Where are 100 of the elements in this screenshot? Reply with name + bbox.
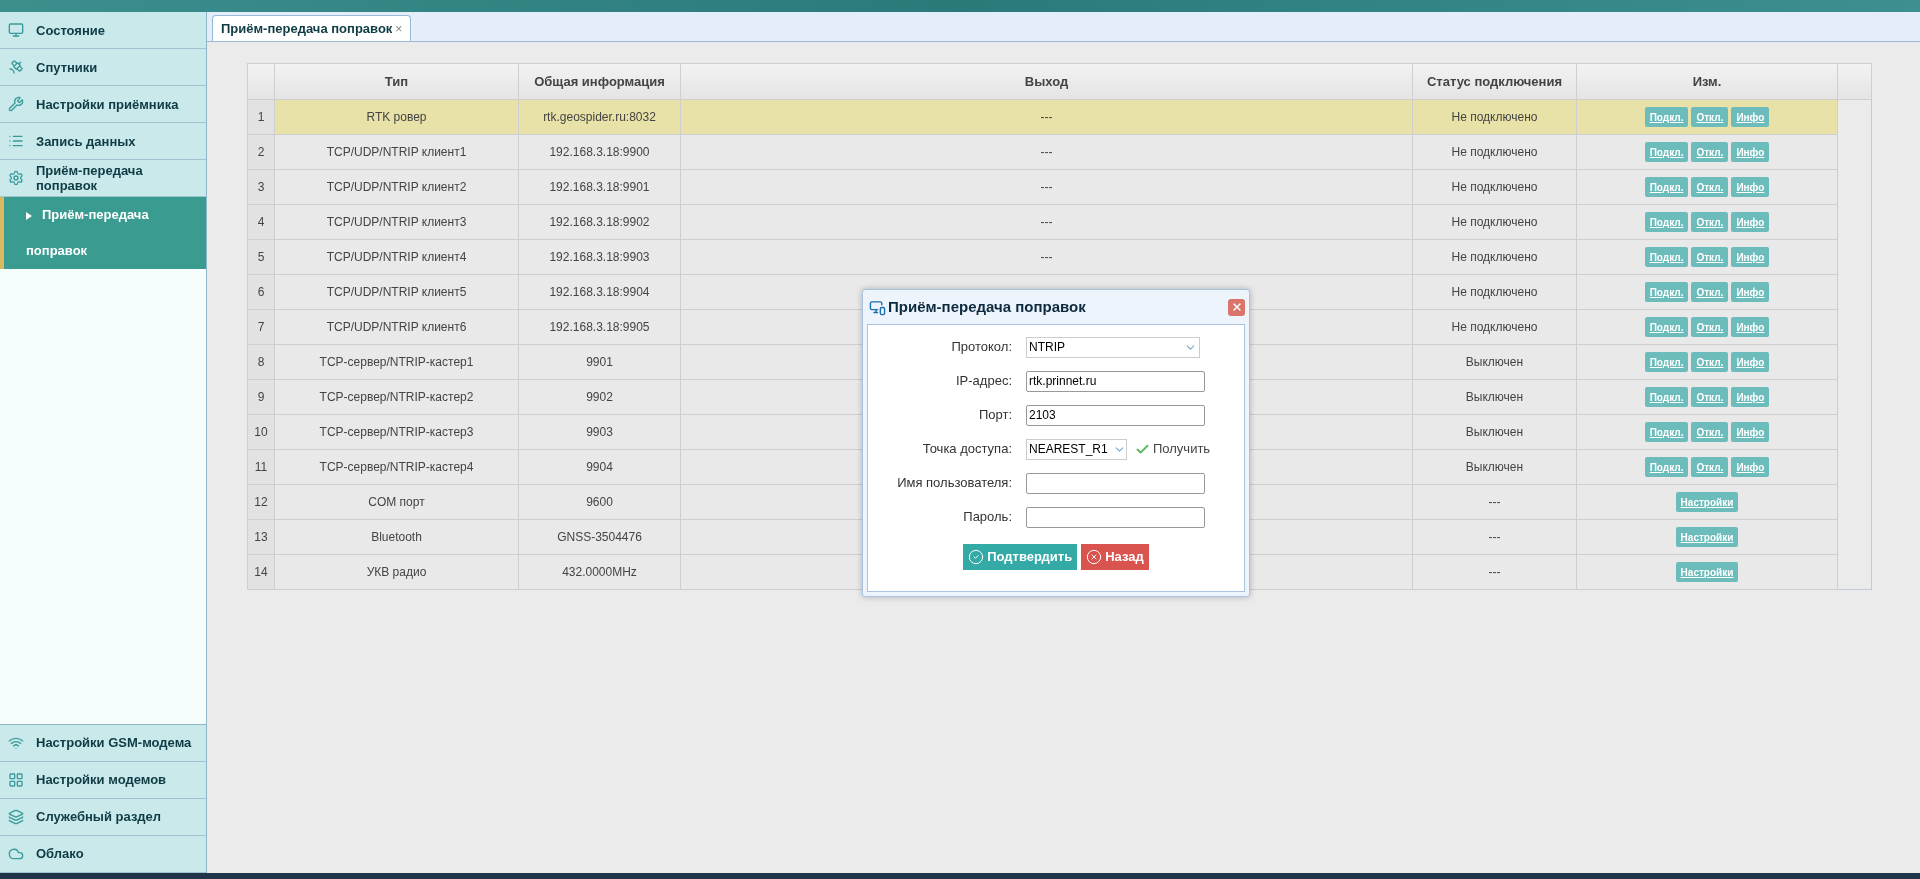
mountpoint-select[interactable]: NEAREST_R1 [1026, 438, 1127, 460]
table-cell: rtk.geospider.ru:8032 [518, 99, 681, 135]
action-button[interactable]: Инфо [1731, 142, 1770, 162]
table-row[interactable]: 5 TCP/UDP/NTRIP клиент4 192.168.3.18:9903 --- Не подключено Подкл. Откл. Инфо [247, 239, 1872, 275]
protocol-select[interactable]: NTRIP [1026, 336, 1200, 358]
action-button[interactable]: Подкл. [1644, 212, 1689, 232]
row-number: 13 [247, 519, 275, 555]
monitor-icon [8, 22, 24, 38]
table-cell: Не подключено [1412, 309, 1577, 345]
sidebar-item[interactable]: Настройки приёмника [0, 86, 206, 123]
close-button[interactable] [1228, 298, 1245, 316]
action-button[interactable]: Настройки [1675, 562, 1739, 582]
table-row[interactable]: 1 RTK ровер rtk.geospider.ru:8032 --- Не подключено Подкл. Откл. Инфо [247, 99, 1872, 135]
sidebar-item[interactable]: Запись данных [0, 123, 206, 160]
action-button[interactable]: Откл. [1691, 247, 1729, 267]
table-row[interactable]: 2 TCP/UDP/NTRIP клиент1 192.168.3.18:9900 --- Не подключено Подкл. Откл. Инфо [247, 134, 1872, 170]
field-label: Порт: [977, 406, 1013, 425]
confirm-button[interactable]: Подтвердить [963, 544, 1078, 570]
table-cell: 192.168.3.18:9902 [518, 204, 681, 240]
action-button[interactable]: Инфо [1731, 247, 1770, 267]
column-header: Выход [680, 63, 1413, 100]
table-cell: Выключен [1412, 449, 1577, 485]
close-icon [1230, 301, 1243, 313]
table-cell: --- [680, 239, 1413, 275]
caret-icon [26, 211, 32, 220]
action-button[interactable]: Откл. [1691, 457, 1729, 477]
tab[interactable]: Приём-передача поправок × [212, 15, 412, 41]
action-button[interactable]: Инфо [1731, 387, 1770, 407]
input-field[interactable]: rtk.prinnet.ru [1026, 370, 1205, 392]
table-cell: --- [1412, 519, 1577, 555]
table-cell: TCP-сервер/NTRIP-кастер3 [274, 414, 519, 450]
row-number: 3 [247, 169, 275, 205]
row-number: 1 [247, 99, 275, 135]
row-number: 5 [247, 239, 275, 275]
action-button[interactable]: Подкл. [1644, 177, 1689, 197]
table-cell: 192.168.3.18:9900 [518, 134, 681, 170]
input-field[interactable] [1026, 472, 1205, 494]
action-button[interactable]: Настройки [1675, 527, 1739, 547]
action-button[interactable]: Откл. [1691, 352, 1729, 372]
action-button[interactable]: Откл. [1691, 282, 1729, 302]
action-button[interactable]: Подкл. [1644, 282, 1689, 302]
row-number: 4 [247, 204, 275, 240]
back-button[interactable]: Назад [1081, 544, 1149, 570]
field-label: Точка доступа: [921, 440, 1013, 459]
action-button[interactable]: Откл. [1691, 212, 1729, 232]
sidebar-subitem[interactable]: Приём-передача поправок [0, 197, 206, 269]
action-button[interactable]: Подкл. [1644, 457, 1689, 477]
sidebar-item[interactable]: Облако [0, 836, 206, 873]
table-row[interactable]: 4 TCP/UDP/NTRIP клиент3 192.168.3.18:9902 --- Не подключено Подкл. Откл. Инфо [247, 204, 1872, 240]
action-button[interactable]: Подкл. [1644, 387, 1689, 407]
action-button[interactable]: Инфо [1731, 212, 1770, 232]
action-button[interactable]: Откл. [1691, 422, 1729, 442]
table-cell: 192.168.3.18:9904 [518, 274, 681, 310]
sidebar-item[interactable]: Состояние [0, 12, 206, 49]
action-button[interactable]: Инфо [1731, 317, 1770, 337]
table-cell: TCP-сервер/NTRIP-кастер1 [274, 344, 519, 380]
action-button[interactable]: Откл. [1691, 317, 1729, 337]
sidebar-item[interactable]: Спутники [0, 49, 206, 86]
action-button[interactable]: Подкл. [1644, 352, 1689, 372]
close-tab-button[interactable]: × [395, 19, 403, 38]
action-button[interactable]: Подкл. [1644, 247, 1689, 267]
row-number: 7 [247, 309, 275, 345]
sidebar-item[interactable]: Служебный раздел [0, 799, 206, 836]
table-cell: 432.0000MHz [518, 554, 681, 590]
action-button[interactable]: Инфо [1731, 107, 1770, 127]
table-cell: COM порт [274, 484, 519, 520]
action-button[interactable]: Инфо [1731, 282, 1770, 302]
sidebar-item[interactable]: Настройки GSM-модема [0, 725, 206, 762]
table-row[interactable]: 3 TCP/UDP/NTRIP клиент2 192.168.3.18:9901 --- Не подключено Подкл. Откл. Инфо [247, 169, 1872, 205]
table-cell: Не подключено [1412, 239, 1577, 275]
action-button[interactable]: Откл. [1691, 177, 1729, 197]
check-circle-icon [968, 549, 985, 565]
table-cell: Bluetooth [274, 519, 519, 555]
sidebar-item[interactable]: Настройки модемов [0, 762, 206, 799]
table-cell: TCP-сервер/NTRIP-кастер4 [274, 449, 519, 485]
action-button[interactable]: Подкл. [1644, 142, 1689, 162]
field-label: Протокол: [950, 338, 1013, 357]
table-cell: --- [680, 204, 1413, 240]
input-field[interactable] [1026, 506, 1205, 528]
action-button[interactable]: Подкл. [1644, 107, 1689, 127]
action-button[interactable]: Инфо [1731, 177, 1770, 197]
column-header: Изм. [1576, 63, 1838, 100]
action-button[interactable]: Инфо [1731, 457, 1770, 477]
table-cell: 9902 [518, 379, 681, 415]
action-button[interactable]: Откл. [1691, 387, 1729, 407]
action-button[interactable]: Откл. [1691, 142, 1729, 162]
column-header: Общая информация [518, 63, 681, 100]
input-field[interactable]: 2103 [1026, 404, 1205, 426]
sidebar-item[interactable]: Приём-передача поправок [0, 160, 206, 197]
action-button[interactable]: Инфо [1731, 422, 1770, 442]
action-button[interactable]: Подкл. [1644, 317, 1689, 337]
table-cell: TCP-сервер/NTRIP-кастер2 [274, 379, 519, 415]
table-cell: Не подключено [1412, 274, 1577, 310]
action-button[interactable]: Откл. [1691, 107, 1729, 127]
action-button[interactable]: Инфо [1731, 352, 1770, 372]
gear-icon [8, 170, 24, 186]
action-button[interactable]: Настройки [1675, 492, 1739, 512]
fetch-button[interactable]: Получить [1135, 439, 1211, 459]
action-button[interactable]: Подкл. [1644, 422, 1689, 442]
table-cell: TCP/UDP/NTRIP клиент4 [274, 239, 519, 275]
